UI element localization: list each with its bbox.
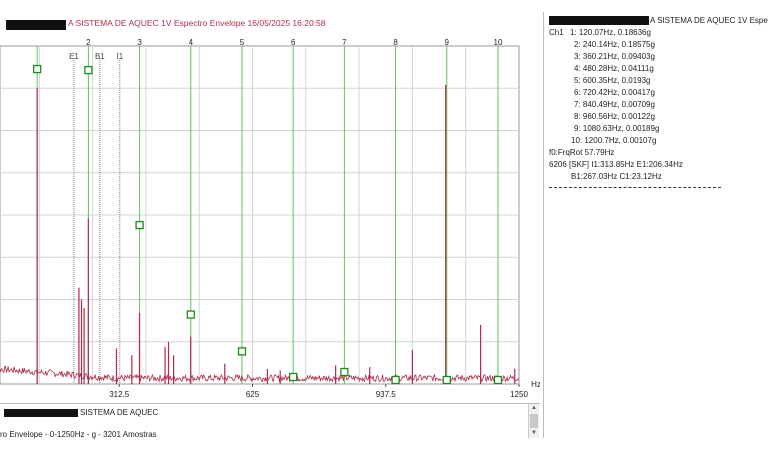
bearing-marker-label: B1 [95,52,105,61]
harmonic-marker [340,367,349,377]
bottom-title: SISTEMA DE AQUEC [4,408,158,417]
harmonic-label: 6 [291,38,296,47]
cursor-info-panel: A SISTEMA DE AQUEC 1V Espectro Ch1 1: 12… [543,12,768,438]
scroll-thumb[interactable] [530,414,538,428]
harmonic-label: 4 [189,38,194,47]
harmonic-label: 3 [137,38,142,47]
peak-item-3: 3: 360.21Hz, 0.09403g [574,52,655,61]
bottom-info-panel: SISTEMA DE AQUEC ro Envelope - 0-1250Hz … [0,403,540,440]
scroll-down-icon[interactable]: ▼ [529,429,539,438]
chart-title-bar: A SISTEMA DE AQUEC 1V Espectro Envelope … [0,18,540,32]
harmonic-label: 9 [445,38,450,47]
freq-rot-line: f0:FrqRot 57.79Hz [549,148,615,157]
harmonic-marker [135,220,144,230]
x-axis-tick-label: 937.5 [376,390,397,399]
harmonic-label: 10 [494,38,503,47]
x-axis-tick-label: 1250 [510,390,528,399]
x-axis-tick-label: 625 [246,390,260,399]
info-panel-header: A SISTEMA DE AQUEC 1V Espectro [549,16,768,26]
harmonic-marker [186,310,195,319]
chart-title: A SISTEMA DE AQUEC 1V Espectro Envelope … [68,18,326,28]
harmonic-label: 2 [86,38,91,47]
dashed-separator [549,187,721,188]
bearing-marker-label: I1 [116,52,123,61]
harmonic-marker [442,375,451,385]
redacted-header-prefix [549,16,649,26]
redacted-title-prefix [6,20,66,30]
channel-label: Ch1 [549,28,564,37]
peak-item-9: 9: 1080.63Hz, 0.00189g [574,124,660,133]
harmonic-label: 7 [342,38,347,47]
harmonic-label: 8 [393,38,398,47]
info-panel-title: A SISTEMA DE AQUEC 1V Espectro [650,16,768,25]
harmonic-label: 5 [240,38,245,47]
peak-item-1: 1: 120.07Hz, 0.18636g [570,28,651,37]
bearing-line-1: 6206 [SKF] I1:313.85Hz E1:206.34Hz [549,160,683,169]
harmonic-marker [289,372,298,382]
harmonic-marker [391,375,400,385]
peak-item-4: 4: 480.28Hz, 0.04111g [574,64,654,73]
peak-item-2: 2: 240.14Hz, 0.18575g [574,40,655,49]
redacted-bottom-prefix [4,408,78,417]
bottom-scrollbar[interactable]: ▲ ▼ [528,404,539,438]
bottom-description: ro Envelope - 0-1250Hz - g - 3201 Amostr… [0,430,157,439]
scroll-up-icon[interactable]: ▲ [529,404,539,413]
peak-item-10: 10: 1200.7Hz, 0.00107g [571,136,657,145]
peak-item-5: 5: 600.35Hz, 0.0193g [574,76,651,85]
bottom-title-text: SISTEMA DE AQUEC [80,408,159,417]
peak-item-7: 7: 840.49Hz, 0.00709g [574,100,655,109]
x-axis-unit-label: Hz [531,380,540,389]
harmonic-marker [84,65,93,75]
spectrum-plot[interactable]: E1 B1 I1 2 3 4 5 6 7 8 9 10 312.5 625 937.5 1250Hz [0,32,540,402]
harmonic-marker [33,64,42,74]
x-axis-tick-label: 312.5 [109,390,130,399]
peak-item-8: 8: 960.56Hz, 0.00122g [574,112,655,121]
bearing-line-2: B1:267.03Hz C1:23.12Hz [571,172,662,181]
harmonic-marker [237,347,247,356]
peak-item-6: 6: 720.42Hz, 0.00417g [574,88,655,97]
bearing-marker-label: E1 [69,52,79,61]
harmonic-marker [493,375,503,385]
